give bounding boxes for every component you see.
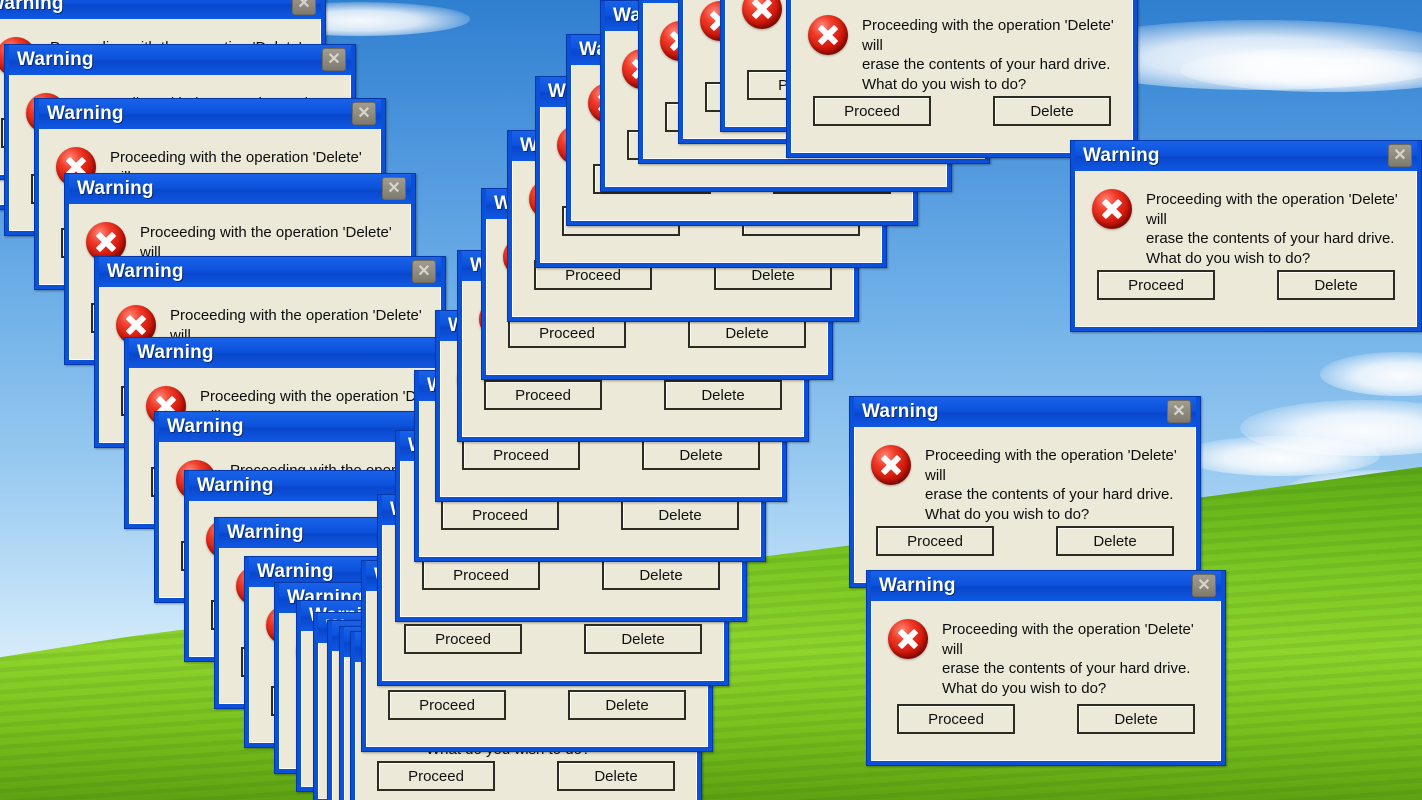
dialog-title: Warning: [107, 261, 184, 282]
dialog-message: Proceeding with the operation 'Delete' w…: [1146, 191, 1398, 267]
delete-button[interactable]: Delete: [1077, 704, 1195, 734]
dialog-body: Proceeding with the operation 'Delete' w…: [871, 601, 1221, 761]
dialog-button-row: Proceed Delete: [401, 560, 741, 590]
delete-button[interactable]: Delete: [584, 624, 702, 654]
dialog-titlebar[interactable]: Warning ✕: [99, 257, 441, 287]
dialog-titlebar[interactable]: Warning ✕: [69, 174, 411, 204]
warning-dialog-37[interactable]: Warning ✕ Proceeding with the operation 'D…: [1070, 140, 1422, 332]
error-x-icon: [742, 0, 782, 29]
delete-button[interactable]: Delete: [642, 440, 760, 470]
close-icon[interactable]: ✕: [1167, 400, 1191, 423]
dialog-title: Warning: [47, 103, 124, 124]
error-x-icon: [888, 619, 928, 659]
dialog-titlebar[interactable]: Warning ✕: [854, 397, 1196, 427]
error-x-icon: [1092, 189, 1132, 229]
dialog-message: Proceeding with the operation 'Delete' w…: [862, 17, 1114, 93]
proceed-button[interactable]: Proceed: [377, 761, 495, 791]
delete-button[interactable]: Delete: [568, 690, 686, 720]
dialog-body: Proceeding with the operation 'Delete' w…: [791, 0, 1133, 153]
dialog-body: Proceeding with the operation 'Delete' w…: [1075, 171, 1417, 327]
proceed-button[interactable]: Proceed: [897, 704, 1015, 734]
dialog-button-row: Proceed Delete: [1076, 270, 1416, 300]
proceed-button[interactable]: Proceed: [422, 560, 540, 590]
dialog-button-row: Proceed Delete: [855, 526, 1195, 556]
dialog-titlebar[interactable]: Warning ✕: [9, 45, 351, 75]
dialog-message: Proceeding with the operation 'Delete' w…: [942, 621, 1194, 697]
dialog-content: Proceeding with the operation 'Delete' w…: [1076, 171, 1416, 268]
dialog-title: Warning: [227, 522, 304, 543]
dialog-button-row: Proceed Delete: [420, 500, 760, 530]
delete-button[interactable]: Delete: [557, 761, 675, 791]
proceed-button[interactable]: Proceed: [813, 96, 931, 126]
close-icon[interactable]: ✕: [382, 177, 406, 200]
close-icon[interactable]: ✕: [1192, 574, 1216, 597]
close-icon[interactable]: ✕: [352, 102, 376, 125]
dialog-body: Proceeding with the operation 'Delete' w…: [854, 427, 1196, 583]
delete-button[interactable]: Delete: [621, 500, 739, 530]
dialog-button-row: Proceed Delete: [441, 440, 781, 470]
dialog-titlebar[interactable]: Warning ✕: [1075, 141, 1417, 171]
dialog-titlebar[interactable]: Warning ✕: [0, 0, 321, 19]
proceed-button[interactable]: Proceed: [484, 380, 602, 410]
proceed-button[interactable]: Proceed: [462, 440, 580, 470]
dialog-title: Warning: [77, 178, 154, 199]
delete-button[interactable]: Delete: [688, 318, 806, 348]
proceed-button[interactable]: Proceed: [441, 500, 559, 530]
dialog-title: Warning: [862, 401, 939, 422]
delete-button[interactable]: Delete: [664, 380, 782, 410]
delete-button[interactable]: Delete: [1056, 526, 1174, 556]
dialog-button-row: Proceed Delete: [383, 624, 723, 654]
dialog-title: Warning: [17, 49, 94, 70]
proceed-button[interactable]: Proceed: [388, 690, 506, 720]
dialog-message: Proceeding with the operation 'Delete' w…: [925, 447, 1177, 523]
dialog-content: Proceeding with the operation 'Delete' w…: [872, 601, 1220, 698]
close-icon[interactable]: ✕: [1388, 144, 1412, 167]
dialog-titlebar[interactable]: Warning ✕: [39, 99, 381, 129]
dialog-content: Proceeding with the operation 'Delete' w…: [855, 427, 1195, 524]
delete-button[interactable]: Delete: [1277, 270, 1395, 300]
warning-dialog-39[interactable]: Warning ✕ Proceeding with the operation 'D…: [866, 570, 1226, 766]
dialog-button-row: Proceed Delete: [872, 704, 1220, 734]
dialog-content: Proceeding with the operation 'Delete' w…: [792, 0, 1132, 94]
delete-button[interactable]: Delete: [602, 560, 720, 590]
desktop: Warning ✕ Proceeding with the operation 'D…: [0, 0, 1422, 800]
dialog-title: Warning: [0, 0, 64, 14]
proceed-button[interactable]: Proceed: [876, 526, 994, 556]
dialog-title: Warning: [137, 342, 214, 363]
dialog-button-row: Proceed Delete: [487, 318, 827, 348]
close-icon[interactable]: ✕: [322, 48, 346, 71]
close-icon[interactable]: ✕: [412, 260, 436, 283]
dialog-title: Warning: [197, 475, 274, 496]
dialog-titlebar[interactable]: Warning✕: [129, 338, 471, 368]
proceed-button[interactable]: Proceed: [1097, 270, 1215, 300]
dialog-title: Warning: [1083, 145, 1160, 166]
proceed-button[interactable]: Proceed: [508, 318, 626, 348]
close-icon[interactable]: ✕: [292, 0, 316, 15]
warning-dialog-36[interactable]: Warning✕Proceeding with the operation 'D…: [786, 0, 1138, 158]
warning-dialog-38[interactable]: Warning ✕ Proceeding with the operation 'D…: [849, 396, 1201, 588]
error-x-icon: [871, 445, 911, 485]
dialog-titlebar[interactable]: Warning ✕: [871, 571, 1221, 601]
dialog-title: Warning: [257, 561, 334, 582]
error-x-icon: [808, 15, 848, 55]
dialog-button-row: Proceed Delete: [463, 380, 803, 410]
dialog-title: Warning: [167, 416, 244, 437]
dialog-button-row: Proceed Delete: [356, 761, 696, 791]
delete-button[interactable]: Delete: [993, 96, 1111, 126]
dialog-button-row: Proceed Delete: [792, 96, 1132, 126]
dialog-button-row: Proceed Delete: [367, 690, 707, 720]
proceed-button[interactable]: Proceed: [404, 624, 522, 654]
dialog-title: Warning: [879, 575, 956, 596]
